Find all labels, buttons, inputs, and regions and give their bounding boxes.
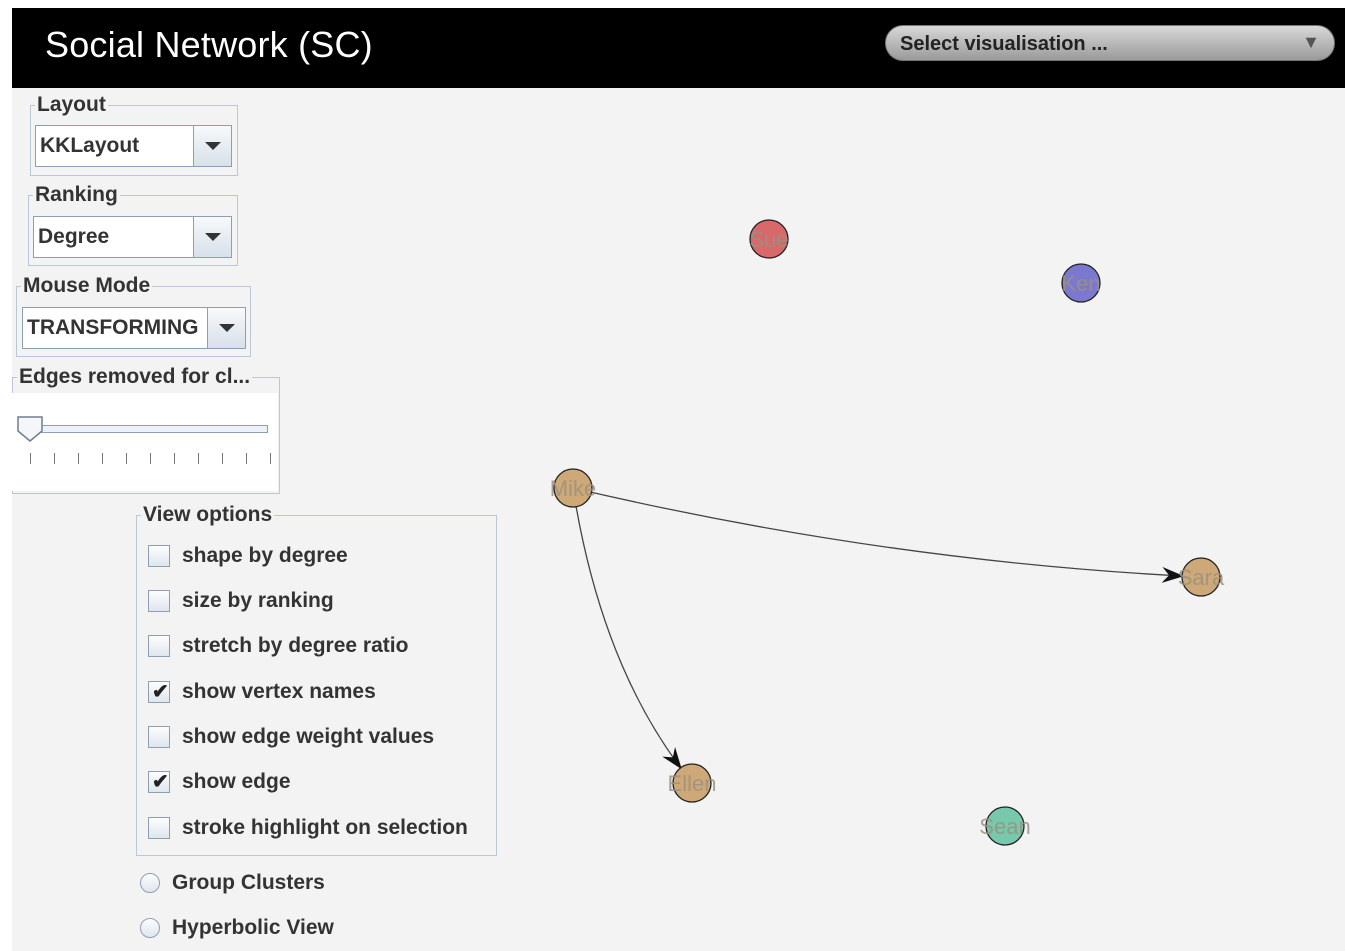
edge-mike-ellen[interactable]	[572, 487, 682, 770]
vertices-layer: Sue Ken Mike Sara Ellen Sean	[550, 219, 1225, 846]
edge-mike-sara[interactable]	[572, 487, 1185, 583]
vertex-label: Ellen	[668, 771, 717, 796]
vertex-label: Sue	[749, 227, 788, 252]
vertex-label: Sean	[979, 814, 1030, 839]
vertex-label: Mike	[550, 476, 596, 501]
vertex-label: Sara	[1178, 565, 1225, 590]
vertex-label: Ken	[1061, 271, 1100, 296]
edges-layer	[572, 487, 1185, 770]
graph-canvas[interactable]: Sue Ken Mike Sara Ellen Sean	[0, 0, 1345, 951]
